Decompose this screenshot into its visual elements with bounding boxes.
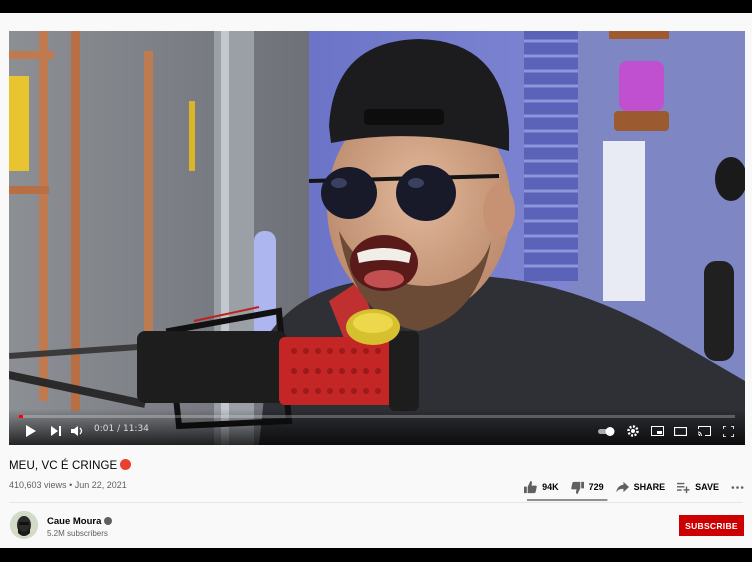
miniplayer-icon[interactable] <box>649 423 665 439</box>
time-display: 0:01 / 11:34 <box>94 424 149 434</box>
dislike-button[interactable]: 729 <box>570 481 604 494</box>
video-title-text: MEU, VC É CRINGE <box>9 460 118 472</box>
thumbs-down-icon <box>570 481 584 494</box>
share-label: SHARE <box>633 482 666 492</box>
dislike-count: 729 <box>588 482 604 492</box>
channel-avatar[interactable] <box>10 511 38 539</box>
video-title: MEU, VC É CRINGE <box>9 459 132 472</box>
share-arrow-icon <box>615 481 629 492</box>
upload-date: Jun 22, 2021 <box>74 480 127 490</box>
volume-icon[interactable] <box>70 423 84 439</box>
play-icon[interactable] <box>23 423 37 439</box>
like-count: 94K <box>542 482 559 492</box>
subscribe-button[interactable]: SUBSCRIBE <box>679 515 744 536</box>
settings-gear-icon[interactable] <box>625 423 641 439</box>
next-icon[interactable] <box>49 423 63 439</box>
playlist-add-icon <box>677 482 690 493</box>
subscriber-count: 5.2M subscribers <box>47 529 108 538</box>
theater-mode-icon[interactable] <box>672 423 688 439</box>
video-player[interactable]: 0:01 / 11:34 <box>9 31 745 445</box>
verified-check-icon <box>104 517 113 525</box>
video-meta: 410,603 views • Jun 22, 2021 <box>9 480 127 490</box>
progress-bar[interactable] <box>19 415 735 418</box>
watch-page: 0:01 / 11:34 MEU, VC É CRINGE 410,603 vi… <box>0 13 752 548</box>
progress-bar-fill <box>19 415 23 418</box>
section-divider <box>9 502 743 503</box>
view-count: 410,603 views <box>9 480 67 490</box>
share-button[interactable]: SHARE <box>615 481 666 494</box>
video-frame <box>9 31 745 445</box>
thumbs-up-icon <box>524 480 537 493</box>
channel-name[interactable]: Caue Moura <box>47 516 113 527</box>
video-actions: 94K 729 SHARE SAVE <box>512 478 744 496</box>
fullscreen-icon[interactable] <box>720 423 736 439</box>
avatar-illustration <box>10 511 38 539</box>
save-label: SAVE <box>695 482 719 492</box>
cast-icon[interactable] <box>696 423 712 439</box>
player-controls-bar: 0:01 / 11:34 <box>9 409 745 445</box>
autoplay-toggle-icon[interactable] <box>597 423 617 439</box>
like-dislike-ratio-bar <box>527 499 608 501</box>
more-horizontal-icon <box>731 485 744 489</box>
more-actions-button[interactable] <box>731 481 744 494</box>
like-button[interactable]: 94K <box>524 480 559 494</box>
meta-separator: • <box>69 480 73 490</box>
channel-name-text: Caue Moura <box>47 516 102 527</box>
screen-frame: 0:01 / 11:34 MEU, VC É CRINGE 410,603 vi… <box>0 0 752 562</box>
save-button[interactable]: SAVE <box>677 481 719 494</box>
like-ratio-fill <box>527 499 608 501</box>
angry-face-emoji <box>120 459 132 470</box>
